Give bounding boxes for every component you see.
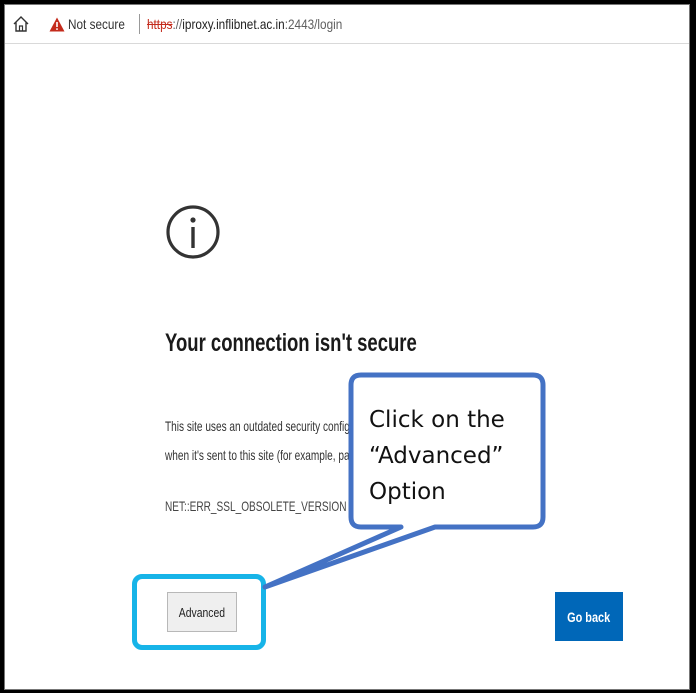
browser-window: Not secure https://iproxy.inflibnet.ac.i… <box>4 4 690 690</box>
callout-line-2: “Advanced” <box>369 443 504 469</box>
callout-line-3: Option <box>369 479 446 505</box>
callout-bubble <box>262 372 546 590</box>
callout-line-1: Click on the <box>369 407 505 433</box>
callout-text: Click on the “Advanced” Option <box>369 402 539 510</box>
